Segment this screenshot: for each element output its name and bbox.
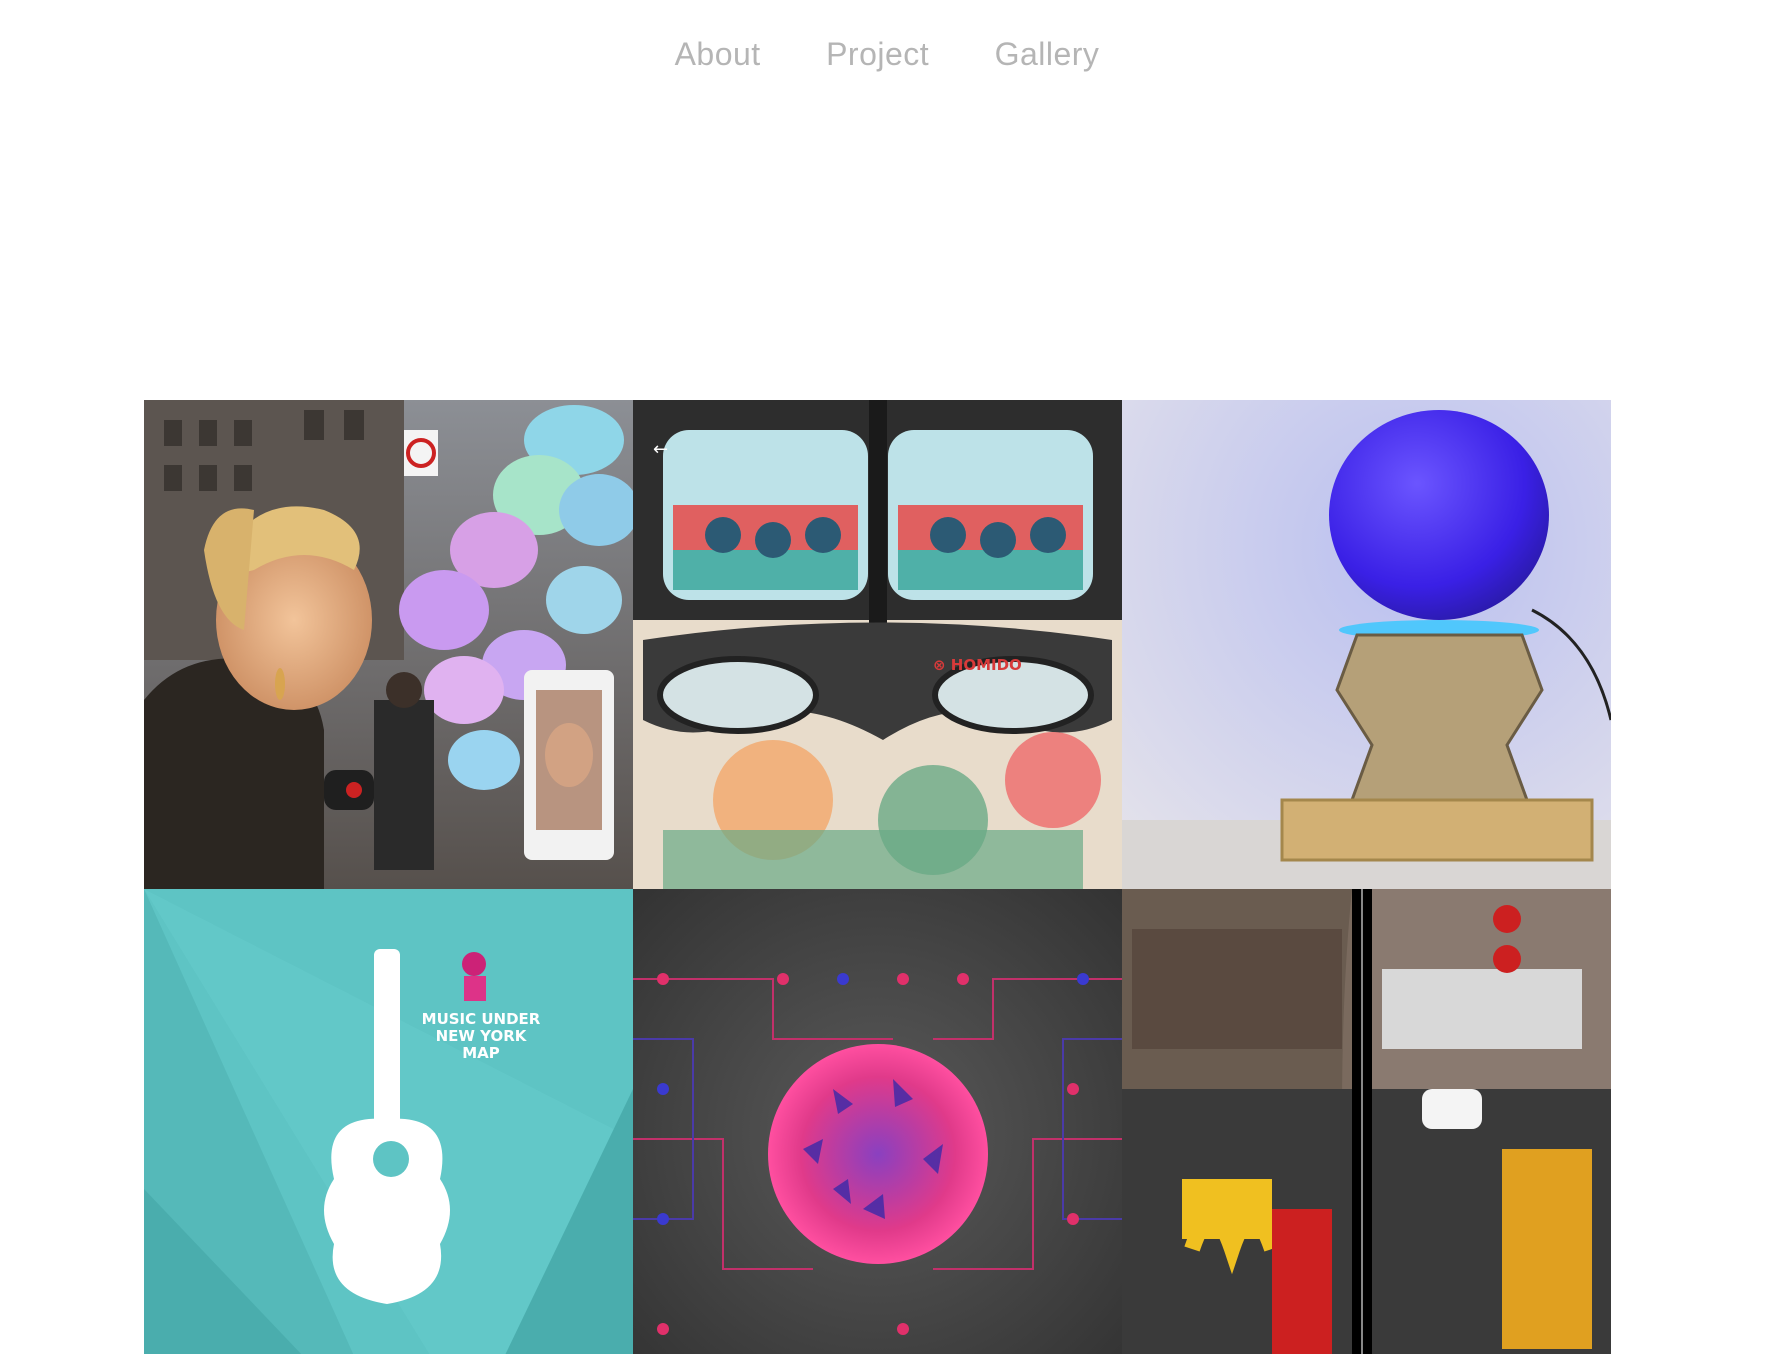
- nav-about-link[interactable]: About: [675, 36, 761, 73]
- gallery-tile-street-installation[interactable]: [144, 400, 633, 889]
- gallery-tile-particle-sphere[interactable]: [633, 889, 1122, 1354]
- project-gallery: ⊗ HOMIDO ← MUSIC UNDER NEW YORK MAP: [144, 400, 1611, 1354]
- music-map-image: [144, 889, 633, 1354]
- nav-project-link[interactable]: Project: [826, 36, 929, 73]
- street-installation-image: [144, 400, 633, 889]
- svg-text:←: ←: [653, 439, 668, 460]
- nav-gallery-link[interactable]: Gallery: [995, 36, 1100, 73]
- gallery-tile-vr-headset[interactable]: ⊗ HOMIDO ←: [633, 400, 1122, 889]
- gallery-tile-glowing-orb[interactable]: [1122, 400, 1611, 889]
- glowing-orb-image: [1122, 400, 1611, 889]
- top-nav: About Project Gallery: [0, 36, 1774, 73]
- vr-headset-image: ⊗ HOMIDO ←: [633, 400, 1122, 889]
- music-map-title: MUSIC UNDER NEW YORK MAP: [421, 1010, 541, 1062]
- gallery-tile-vr-street-view[interactable]: [1122, 889, 1611, 1354]
- vr-street-view-image: [1122, 889, 1611, 1354]
- gallery-tile-music-under-ny-map[interactable]: MUSIC UNDER NEW YORK MAP: [144, 889, 633, 1354]
- svg-text:⊗ HOMIDO: ⊗ HOMIDO: [933, 656, 1022, 674]
- particle-sphere-image: [633, 889, 1122, 1354]
